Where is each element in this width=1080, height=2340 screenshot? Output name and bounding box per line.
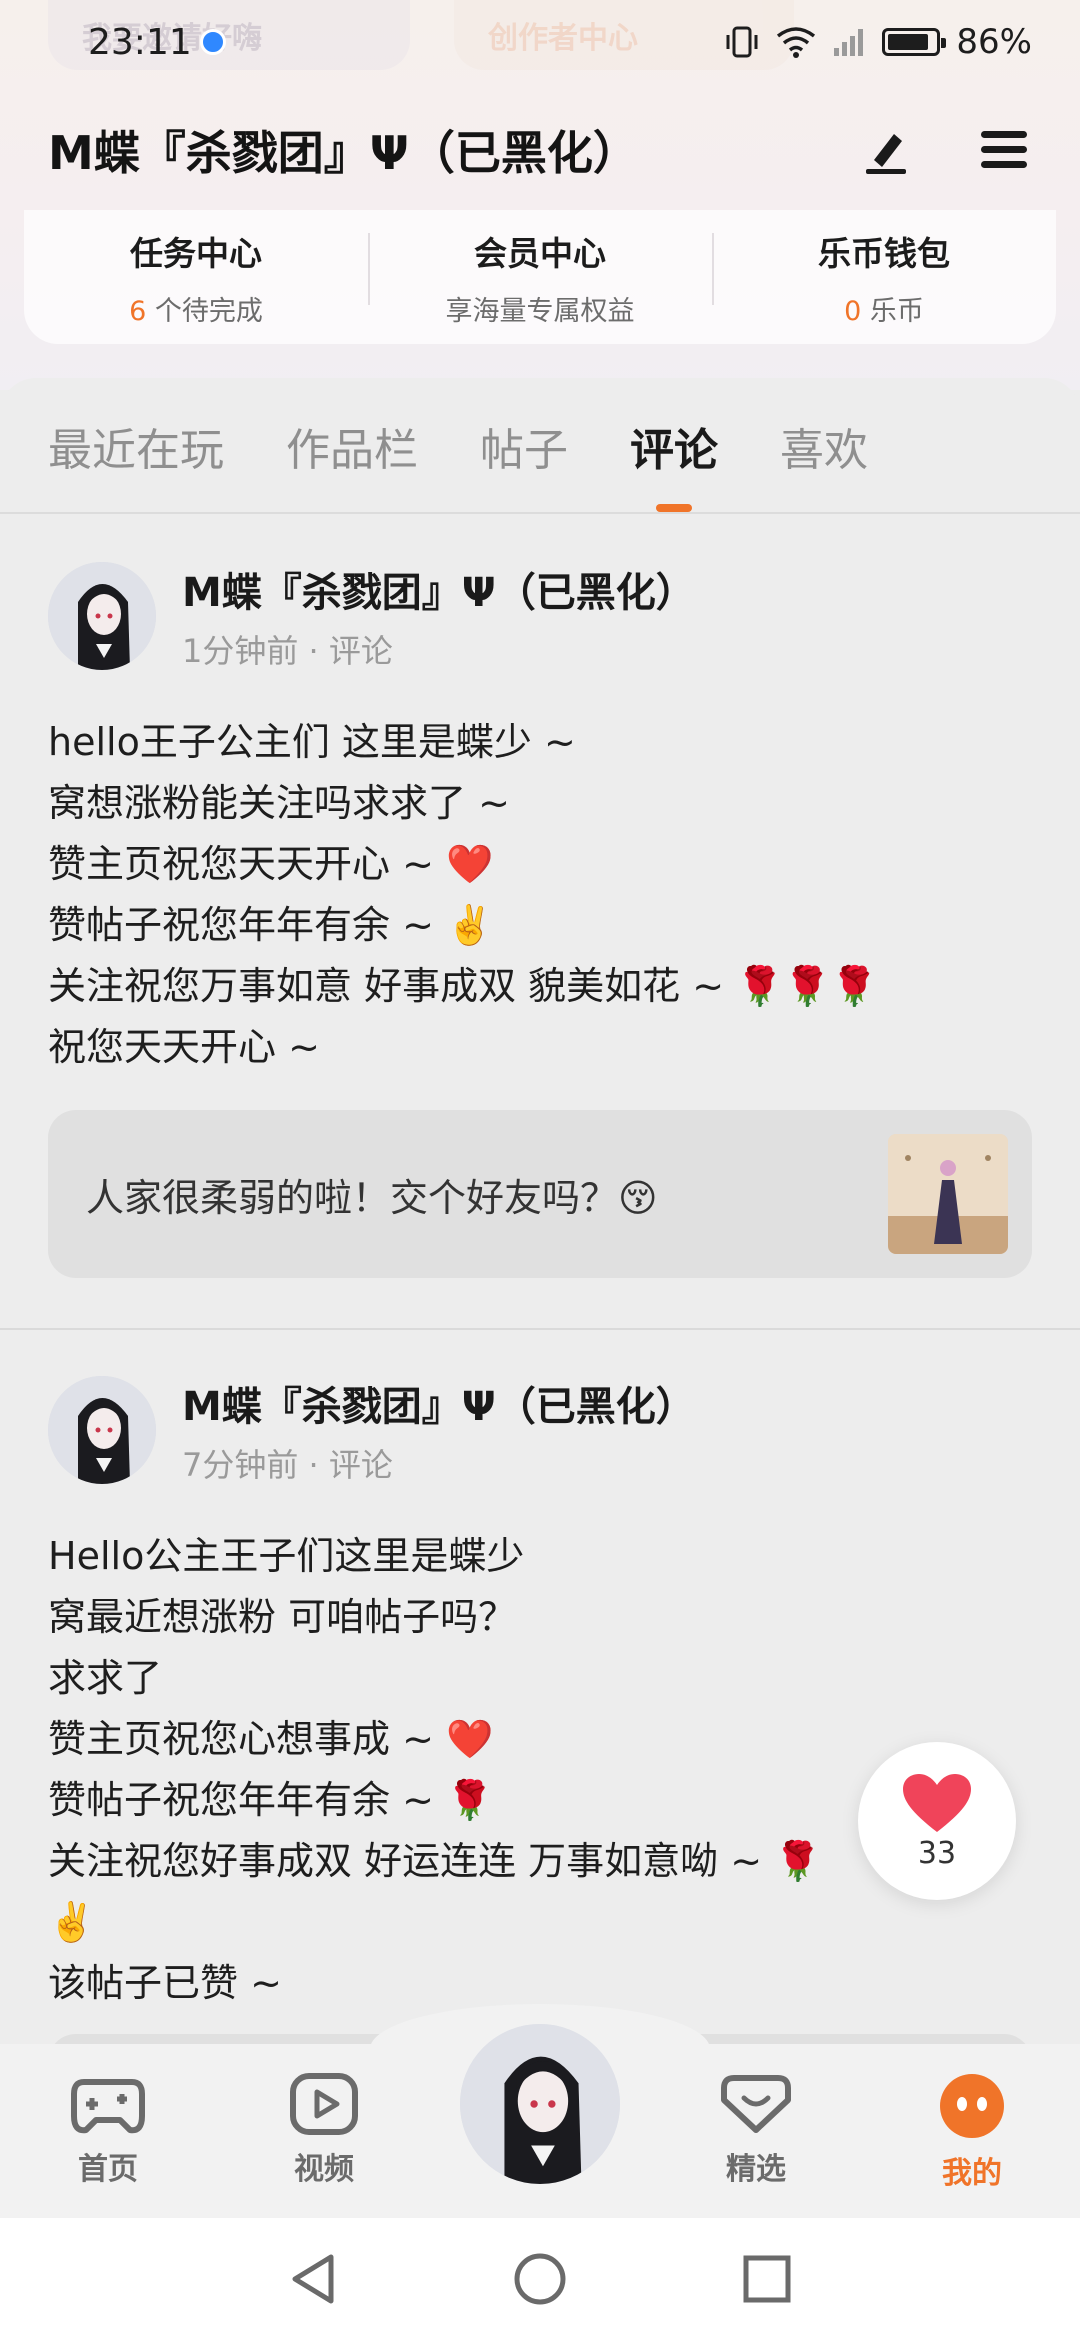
signal-icon (834, 29, 864, 56)
comment-header: M蝶『杀戮团』Ψ（已黑化） 7分钟前 · 评论 (48, 1374, 1032, 1486)
quoted-post-thumbnail (888, 1134, 1008, 1254)
hamburger-icon (981, 131, 1027, 168)
profile-tabs-panel: 最近在玩 作品栏 帖子 评论 喜欢 (0, 378, 1080, 514)
nav-center-avatar[interactable] (456, 2020, 624, 2188)
battery-icon (882, 28, 947, 56)
title-actions (858, 122, 1032, 178)
quick-link-sub-text: 个待完成 (154, 295, 263, 327)
play-icon (290, 2073, 358, 2135)
back-icon[interactable] (287, 2251, 339, 2307)
profile-title: M蝶『杀戮团』Ψ（已黑化） (48, 126, 639, 180)
tab-comments[interactable]: 评论 (630, 378, 718, 514)
edit-button[interactable] (858, 122, 914, 178)
comment-time: 7分钟前 · 评论 (182, 1446, 393, 1484)
nav-video[interactable]: 视频 (254, 2072, 394, 2188)
face-icon (940, 2074, 1004, 2138)
recents-square-icon[interactable] (741, 2253, 793, 2305)
comment-author[interactable]: M蝶『杀戮团』Ψ（已黑化） (182, 1374, 696, 1432)
nav-home[interactable]: 首页 (38, 2072, 178, 2188)
home-circle-icon[interactable] (512, 2251, 568, 2307)
vibrate-icon (726, 26, 758, 58)
quick-link-title: 任务中心 (130, 233, 262, 273)
status-bar: 23:11 86% (0, 0, 1080, 84)
notification-dot-icon (199, 29, 226, 55)
avatar-portrait (460, 2024, 620, 2184)
comment-time: 1分钟前 · 评论 (182, 632, 393, 670)
quick-link-subtitle: 享海量专属权益 (368, 289, 712, 328)
tab-works[interactable]: 作品栏 (286, 378, 418, 514)
wallet-link[interactable]: 乐币钱包 0 乐币 (712, 227, 1056, 328)
heart-icon (903, 1773, 971, 1832)
profile-tabs: 最近在玩 作品栏 帖子 评论 喜欢 (0, 378, 1080, 514)
status-time: 23:11 (88, 21, 192, 63)
wifi-icon (777, 27, 816, 58)
tab-likes[interactable]: 喜欢 (780, 378, 868, 514)
tab-recent-played[interactable]: 最近在玩 (48, 378, 224, 514)
comment-card[interactable]: M蝶『杀戮团』Ψ（已黑化） 1分钟前 · 评论 hello王子公主们 这里是蝶少… (0, 516, 1080, 1330)
comment-meta: M蝶『杀戮团』Ψ（已黑化） 7分钟前 · 评论 (182, 1374, 696, 1486)
nav-label: 视频 (294, 2152, 354, 2187)
task-center-link[interactable]: 任务中心 6 个待完成 (24, 227, 368, 328)
battery-percent: 86% (956, 22, 1032, 62)
comment-author[interactable]: M蝶『杀戮团』Ψ（已黑化） (182, 560, 696, 618)
nav-label: 我的 (942, 2156, 1002, 2191)
nav-mine[interactable]: 我的 (902, 2072, 1042, 2192)
quoted-post-text: 人家很柔弱的啦！交个好友吗？😚 (86, 1175, 658, 1220)
quick-link-subtitle: 0 乐币 (712, 289, 1056, 328)
coin-balance: 0 (844, 295, 862, 327)
bottom-navigation: 首页 视频 精选 我的 (0, 2004, 1080, 2218)
quick-link-title: 会员中心 (474, 233, 606, 273)
floating-like-button[interactable]: 33 (858, 1742, 1016, 1900)
quick-link-sub-text: 乐币 (869, 295, 924, 327)
system-navigation-bar (0, 2218, 1080, 2340)
nav-label: 精选 (726, 2152, 786, 2187)
pending-task-count: 6 (129, 295, 147, 327)
status-time-group: 23:11 (88, 22, 226, 63)
status-indicators: 86% (724, 22, 1032, 62)
member-center-link[interactable]: 会员中心 享海量专属权益 (368, 227, 712, 328)
quick-link-subtitle: 6 个待完成 (24, 289, 368, 328)
nav-featured[interactable]: 精选 (686, 2072, 826, 2188)
quick-link-sub-text: 享海量专属权益 (445, 295, 635, 327)
nav-label: 首页 (78, 2152, 138, 2187)
profile-title-row: M蝶『杀戮团』Ψ（已黑化） (0, 105, 1080, 195)
tab-posts[interactable]: 帖子 (480, 378, 568, 514)
avatar[interactable] (48, 562, 156, 670)
avatar-portrait (48, 562, 156, 670)
heart-badge-icon (721, 2075, 791, 2133)
quick-links-card: 任务中心 6 个待完成 会员中心 享海量专属权益 乐币钱包 0 乐币 (24, 210, 1056, 344)
comment-meta: M蝶『杀戮团』Ψ（已黑化） 1分钟前 · 评论 (182, 560, 696, 672)
quoted-post[interactable]: 人家很柔弱的啦！交个好友吗？😚 (48, 1110, 1032, 1278)
comment-body: hello王子公主们 这里是蝶少 ~ 窝想涨粉能关注吗求求了 ~ 赞主页祝您天天… (48, 720, 879, 1069)
gamepad-icon (71, 2079, 145, 2134)
menu-button[interactable] (976, 122, 1032, 178)
comment-card[interactable]: M蝶『杀戮团』Ψ（已黑化） 7分钟前 · 评论 Hello公主王子们这里是蝶少 … (0, 1330, 1080, 2046)
edit-pen-icon (866, 134, 906, 174)
comment-header: M蝶『杀戮团』Ψ（已黑化） 1分钟前 · 评论 (48, 560, 1032, 672)
quick-link-title: 乐币钱包 (818, 233, 950, 273)
like-count: 33 (917, 1835, 957, 1871)
avatar[interactable] (48, 1376, 156, 1484)
avatar-portrait (48, 1376, 156, 1484)
